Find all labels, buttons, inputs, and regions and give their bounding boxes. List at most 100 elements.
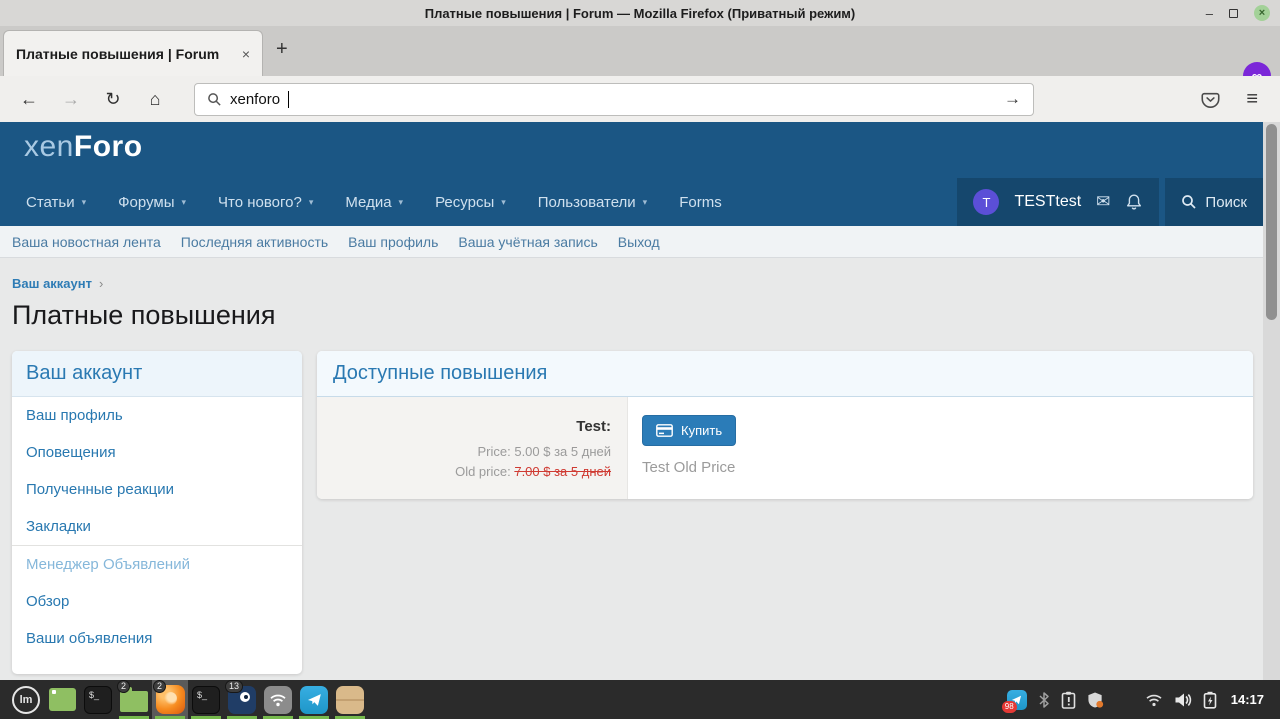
scrollbar-thumb[interactable] <box>1266 124 1277 320</box>
chevron-down-icon: ▾ <box>182 197 187 208</box>
chevron-down-icon: ▾ <box>82 197 87 208</box>
upgrades-panel: Доступные повышения Test: Price: 5.00 $ … <box>317 351 1253 499</box>
search-button[interactable]: Поиск <box>1165 178 1263 226</box>
reload-button[interactable]: ↻ <box>98 89 128 110</box>
nav-item-articles[interactable]: Статьи ▾ <box>26 178 86 226</box>
username[interactable]: TESTtest <box>1014 193 1081 211</box>
nav-item-resources[interactable]: Ресурсы▾ <box>435 178 506 226</box>
subnav-logout[interactable]: Выход <box>618 234 660 250</box>
security-shield-icon[interactable] <box>1087 691 1104 709</box>
upgrade-old-price-line: Old price: 7.00 $ за 5 дней <box>317 462 611 482</box>
nav-item-forums[interactable]: Форумы▾ <box>118 178 186 226</box>
bird-app-task[interactable]: 13 <box>224 680 260 719</box>
volume-icon[interactable] <box>1174 692 1192 708</box>
subnav-news-feed[interactable]: Ваша новостная лента <box>12 234 161 250</box>
mail-icon[interactable]: ✉ <box>1096 192 1110 212</box>
upgrade-note: Test Old Price <box>642 459 1253 476</box>
tab-bar: Платные повышения | Forum × + ∞ <box>0 26 1280 76</box>
url-input[interactable]: xenforo <box>230 91 280 108</box>
notes-app-task[interactable] <box>332 680 368 719</box>
go-arrow-icon[interactable]: → <box>1004 89 1021 109</box>
sidebar-item-bookmarks[interactable]: Закладки <box>12 508 302 545</box>
firefox-task[interactable]: 2 <box>152 680 188 719</box>
file-manager-task[interactable]: 2 <box>116 680 152 719</box>
network-app-task[interactable] <box>260 680 296 719</box>
home-button[interactable]: ⌂ <box>140 89 170 110</box>
clipboard-icon[interactable] <box>1061 691 1076 709</box>
upgrade-row: Test: Price: 5.00 $ за 5 дней Old price:… <box>317 397 1253 499</box>
user-menu[interactable]: T TESTtest ✉ <box>957 178 1159 226</box>
page-scrollbar[interactable] <box>1263 122 1280 680</box>
back-button[interactable]: ← <box>14 89 44 110</box>
unread-count-badge: 98 <box>1002 701 1017 713</box>
terminal-task[interactable]: $_ <box>188 680 224 719</box>
maximize-button[interactable] <box>1229 7 1238 20</box>
upgrade-price-cell: Test: Price: 5.00 $ за 5 дней Old price:… <box>317 397 627 499</box>
price-label: Price: <box>477 444 510 459</box>
avatar[interactable]: T <box>973 189 999 215</box>
bell-icon[interactable] <box>1125 193 1143 211</box>
nav-label: Медиа <box>345 194 391 211</box>
buy-button[interactable]: Купить <box>642 415 736 446</box>
tab-platnye-povysheniya[interactable]: Платные повышения | Forum × <box>3 30 263 76</box>
battery-charging-icon[interactable] <box>1203 691 1217 709</box>
forum-header: xenForo Статьи ▾ Форумы▾ Что нового?▾ Мед… <box>0 122 1263 226</box>
tab-title: Платные повышения | Forum <box>16 46 219 62</box>
nav-item-forms[interactable]: Forms <box>679 178 722 226</box>
folder-icon <box>120 691 148 712</box>
sidebar-item-your-ads[interactable]: Ваши объявления <box>12 620 302 657</box>
taskbar: lm $_ 2 2 $_ 13 <box>0 680 1280 719</box>
menu-icon[interactable]: ≡ <box>1246 88 1258 111</box>
system-tray: 98 14:17 <box>1007 690 1272 710</box>
new-tab-button[interactable]: + <box>276 38 288 61</box>
sidebar-item-alerts[interactable]: Оповещения <box>12 434 302 471</box>
breadcrumb-your-account[interactable]: Ваш аккаунт <box>12 276 92 291</box>
forward-button[interactable]: → <box>56 89 86 110</box>
telegram-tray-icon[interactable]: 98 <box>1007 690 1027 710</box>
nav-label: Forms <box>679 194 722 211</box>
sidebar-header: Ваш аккаунт <box>12 351 302 397</box>
screen: Платные повышения | Forum — Mozilla Fire… <box>0 0 1280 719</box>
xenforo-logo[interactable]: xenForo <box>24 130 143 164</box>
pocket-icon[interactable] <box>1201 90 1220 109</box>
telegram-task[interactable] <box>296 680 332 719</box>
window-title: Платные повышения | Forum — Mozilla Fire… <box>425 6 856 21</box>
window-controls: – × <box>1206 0 1270 26</box>
nav-item-media[interactable]: Медиа ▾ <box>345 178 403 226</box>
browser-toolbar: ← → ↻ ⌂ xenforo → ≡ <box>0 76 1280 122</box>
show-desktop-button[interactable] <box>44 680 80 719</box>
keyboard-layout-flag-ru[interactable] <box>1115 693 1134 706</box>
search-icon <box>1181 194 1197 210</box>
window-count-badge: 2 <box>117 680 130 693</box>
tab-close-icon[interactable]: × <box>242 46 250 62</box>
url-bar[interactable]: xenforo → <box>194 83 1034 116</box>
nav-label: Пользователи <box>538 194 636 211</box>
chevron-down-icon: ▾ <box>399 197 404 208</box>
price-value: 5.00 $ за 5 дней <box>514 444 611 459</box>
mint-menu-button[interactable]: lm <box>8 680 44 719</box>
maximize-icon <box>1229 9 1238 18</box>
subnav-your-profile[interactable]: Ваш профиль <box>348 234 438 250</box>
nav-label: Статьи <box>26 194 75 211</box>
sidebar-item-your-profile[interactable]: Ваш профиль <box>12 397 302 434</box>
subnav-latest-activity[interactable]: Последняя активность <box>181 234 328 250</box>
logo-part-2: Foro <box>74 130 143 163</box>
minimize-button[interactable]: – <box>1206 7 1213 20</box>
page-content: xenForo Статьи ▾ Форумы▾ Что нового?▾ Мед… <box>0 122 1280 680</box>
nav-item-whats-new[interactable]: Что нового?▾ <box>218 178 313 226</box>
nav-item-users[interactable]: Пользователи▾ <box>538 178 647 226</box>
nav-label: Ресурсы <box>435 194 494 211</box>
sidebar-item-overview[interactable]: Обзор <box>12 583 302 620</box>
sidebar-item-reactions-received[interactable]: Полученные реакции <box>12 471 302 508</box>
green-window-icon <box>49 688 76 711</box>
terminal-launcher[interactable]: $_ <box>80 680 116 719</box>
terminal-icon: $_ <box>192 686 220 714</box>
chevron-down-icon: ▾ <box>309 197 314 208</box>
subnav-your-account[interactable]: Ваша учётная запись <box>458 234 597 250</box>
close-button[interactable]: × <box>1254 5 1270 21</box>
clock[interactable]: 14:17 <box>1231 692 1264 707</box>
credit-card-icon <box>656 424 673 437</box>
bluetooth-icon[interactable] <box>1038 691 1050 709</box>
wifi-status-icon[interactable] <box>1145 693 1163 707</box>
telegram-icon <box>300 686 328 714</box>
